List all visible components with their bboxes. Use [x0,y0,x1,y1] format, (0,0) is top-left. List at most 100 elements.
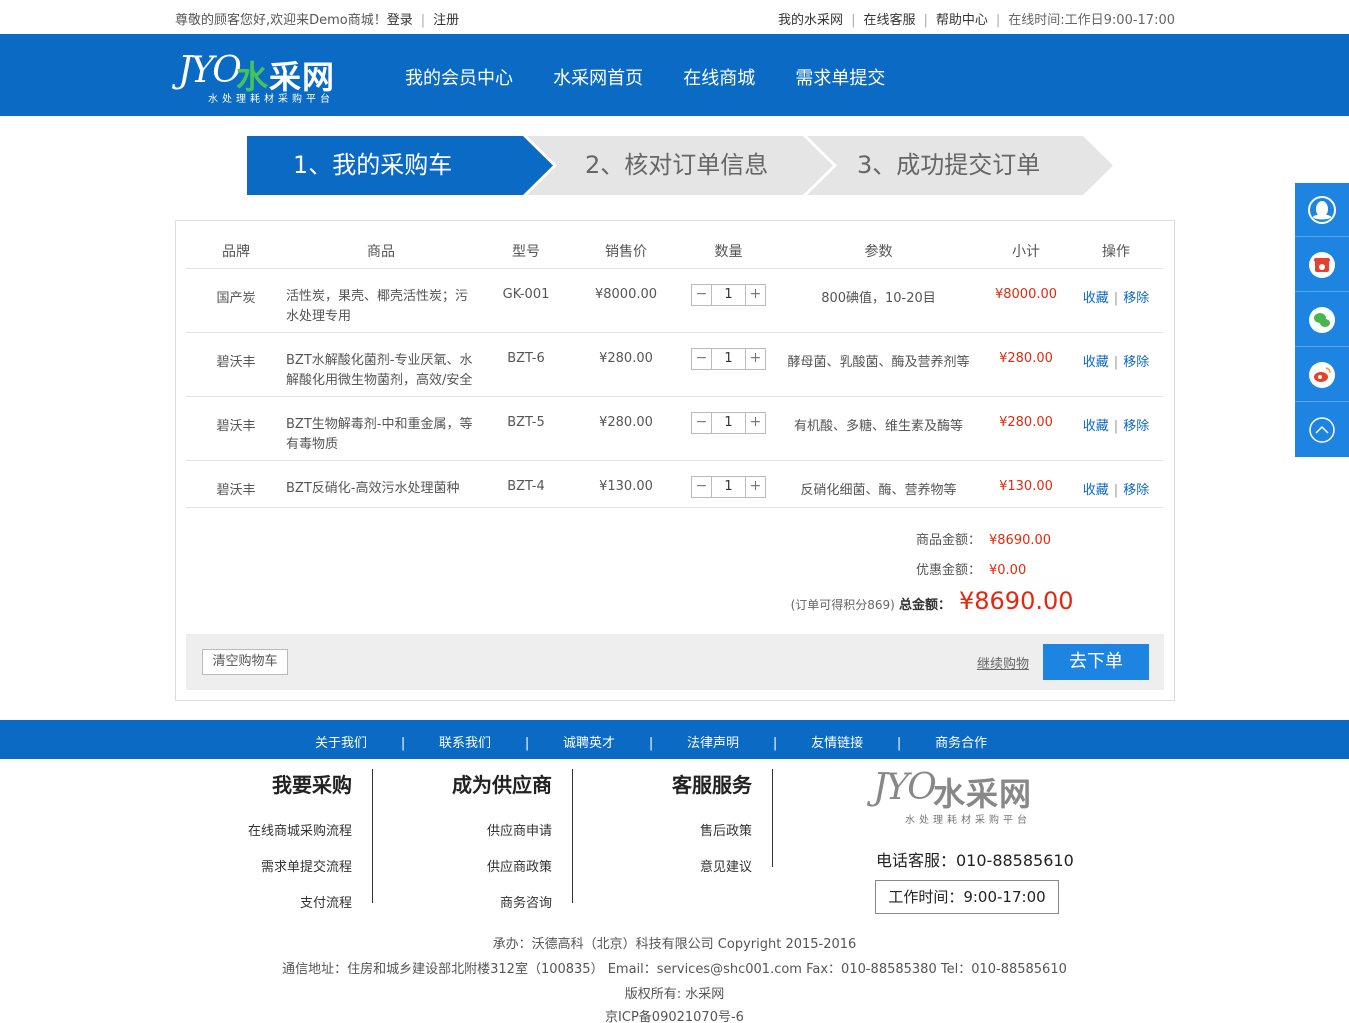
qty-minus-button[interactable]: − [692,413,712,433]
register-link[interactable]: 注册 [433,13,459,28]
greeting-text: 尊敬的顾客您好,欢迎来Demo商城！ [175,13,387,28]
row-goods-link[interactable]: BZT生物解毒剂-中和重金属，等有毒物质 [286,415,478,455]
step-verify-label: 2、核对订单信息 [585,151,769,179]
footer-col-title: 成为供应商 [452,773,552,797]
remove-link[interactable]: 移除 [1123,291,1149,306]
footer-business-link[interactable]: 商务合作 [935,732,987,751]
help-center-link[interactable]: 帮助中心 [936,13,988,28]
clear-cart-button[interactable]: 清空购物车 [202,649,288,675]
footer-link[interactable]: 需求单提交流程 [152,856,352,892]
footer-icp: 京ICP备09021070号-6 [605,1010,744,1023]
footer-jobs-link[interactable]: 诚聘英才 [563,732,615,751]
quantity-stepper: − + [691,412,766,434]
footer-copyright: 承办：沃德高科（北京）科技有限公司 Copyright 2015-2016 [492,937,857,952]
footer-phone: 电话客服：010-88585610 [876,851,1074,870]
row-goods-link[interactable]: 活性炭，果壳、椰壳活性炭；污水处理专用 [286,287,478,327]
qty-plus-button[interactable]: + [745,477,765,497]
footer-link[interactable]: 意见建议 [552,856,752,892]
quantity-stepper: − + [691,476,766,498]
continue-shopping-link[interactable]: 继续购物 [977,653,1029,672]
total-line: (订单可得积分869) 总金额： ¥8690.00 [679,587,1079,615]
row-operations: 收藏 | 移除 [1082,419,1150,434]
login-link[interactable]: 登录 [387,13,413,28]
favorite-link[interactable]: 收藏 [1083,291,1109,306]
footer-link[interactable]: 售后政策 [552,820,752,856]
site-logo[interactable]: JYO 水采网 水处理耗材采购平台 [178,50,353,105]
checkout-steps: 1、我的采购车 2、核对订单信息 3、成功提交订单 [247,136,1117,195]
total-amount: ¥8690.00 [959,587,1074,615]
footer-link[interactable]: 供应商申请 [352,820,552,856]
qty-input[interactable] [712,413,745,433]
qty-plus-button[interactable]: + [745,413,765,433]
my-account-link[interactable]: 我的水采网 [778,13,843,28]
row-operations: 收藏 | 移除 [1082,483,1150,498]
footer-link[interactable]: 供应商政策 [352,856,552,892]
qty-minus-button[interactable]: − [692,285,712,305]
footer-link[interactable]: 商务咨询 [352,892,552,928]
table-row: 国产炭 活性炭，果壳、椰壳活性炭；污水处理专用 GK-001 ¥8000.00 … [186,269,1164,333]
qty-input[interactable] [712,349,745,369]
welcome-area: 尊敬的顾客您好,欢迎来Demo商城！登录 | 注册 [175,13,460,28]
logo-subtitle: 水处理耗材采购平台 [208,94,334,105]
footer-about-link[interactable]: 关于我们 [315,732,367,751]
footer-hours: 工作时间：9:00-17:00 [875,880,1059,914]
total-label: 总金额： [898,598,951,613]
row-operations: 收藏 | 移除 [1082,355,1150,370]
footer-legal-link[interactable]: 法律声明 [687,732,739,751]
row-model: BZT-4 [507,479,545,494]
back-to-top-button[interactable] [1295,403,1349,457]
row-brand: 碧沃丰 [216,355,256,370]
qty-input[interactable] [712,285,745,305]
footer-divider [772,769,773,867]
remove-link[interactable]: 移除 [1123,419,1149,434]
row-param: 反硝化细菌、酶、营养物等 [800,483,957,498]
row-param: 有机酸、多糖、维生素及酶等 [793,419,963,434]
weibo-button[interactable] [1295,348,1349,402]
row-subtotal: ¥280.00 [999,351,1053,366]
goods-amount-label: 商品金额： [915,533,981,548]
logo-mark: JYO [178,50,242,91]
qty-plus-button[interactable]: + [745,285,765,305]
qty-minus-button[interactable]: − [692,477,712,497]
qq-service-button[interactable] [1295,183,1349,237]
quantity-stepper: − + [691,348,766,370]
nav-home[interactable]: 水采网首页 [553,68,643,89]
header-param: 参数 [864,244,893,260]
qty-minus-button[interactable]: − [692,349,712,369]
phone-service-button[interactable] [1295,238,1349,292]
footer-link[interactable]: 支付流程 [152,892,352,928]
table-row: 碧沃丰 BZT水解酸化菌剂-专业厌氧、水解酸化用微生物菌剂，高效/安全 BZT-… [186,333,1164,397]
remove-link[interactable]: 移除 [1123,483,1149,498]
wechat-button[interactable] [1295,293,1349,347]
favorite-link[interactable]: 收藏 [1083,483,1109,498]
qty-input[interactable] [712,477,745,497]
qty-plus-button[interactable]: + [745,349,765,369]
nav-online-mall[interactable]: 在线商城 [683,68,755,89]
footer-contact-link[interactable]: 联系我们 [439,732,491,751]
online-service-link[interactable]: 在线客服 [863,13,915,28]
header-subtotal: 小计 [1012,244,1040,260]
footer-col-title: 我要采购 [272,773,352,797]
discount-amount: ¥0.00 [989,563,1027,578]
footer-logo: JYO 水采网 水处理耗材采购平台 [873,767,1033,826]
goods-amount: ¥8690.00 [989,533,1052,548]
remove-link[interactable]: 移除 [1123,355,1149,370]
favorite-link[interactable]: 收藏 [1083,355,1109,370]
goods-amount-line: 商品金额： ¥8690.00 [679,529,1079,548]
nav-demand-submit[interactable]: 需求单提交 [795,68,885,89]
footer-col-service: 客服服务 售后政策 意见建议 [552,769,752,892]
row-param: 800碘值，10-20目 [821,291,936,306]
nav-member-center[interactable]: 我的会员中心 [405,68,513,89]
cart-panel: 品牌 商品 型号 销售价 数量 参数 小计 操作 国产炭 活性炭，果壳、椰壳活性… [175,220,1175,701]
footer-link[interactable]: 在线商城采购流程 [152,820,352,856]
row-subtotal: ¥130.00 [999,479,1053,494]
row-goods-link[interactable]: BZT水解酸化菌剂-专业厌氧、水解酸化用微生物菌剂，高效/安全 [286,351,478,391]
row-goods-link[interactable]: BZT反硝化-高效污水处理菌种 [286,479,486,499]
footer-address: 通信地址：住房和城乡建设部北附楼312室（100835） Email：servi… [282,962,1067,977]
header-price: 销售价 [605,244,647,260]
favorite-link[interactable]: 收藏 [1083,419,1109,434]
place-order-button[interactable]: 去下单 [1043,644,1149,680]
row-price: ¥280.00 [599,415,653,430]
back-to-top-icon [1309,417,1335,443]
footer-friend-links[interactable]: 友情链接 [811,732,863,751]
